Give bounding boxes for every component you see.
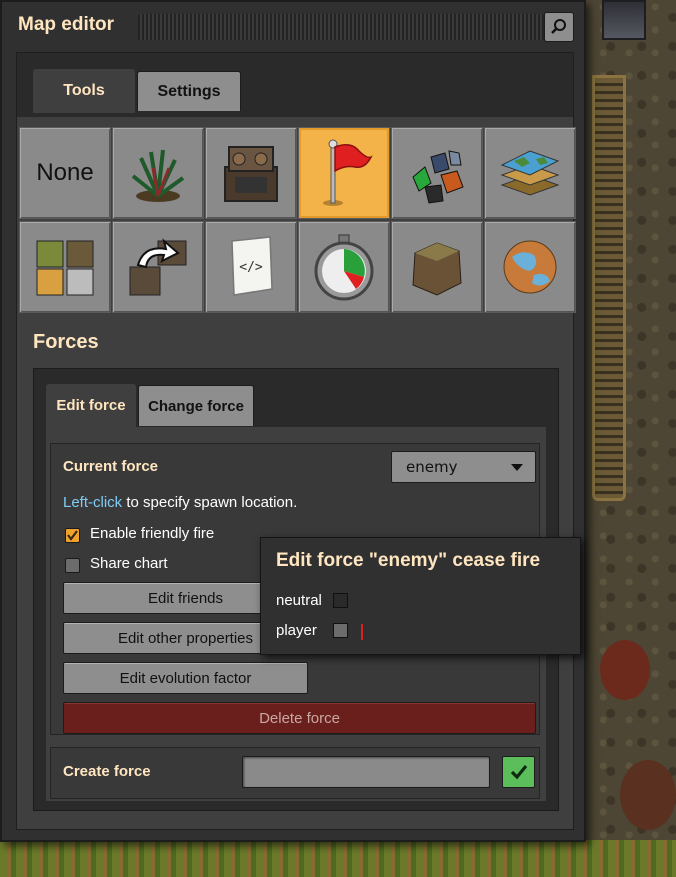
entity-machine-icon bbox=[224, 146, 278, 202]
cliff-rock-icon bbox=[412, 242, 462, 296]
spawn-hint: Left-click to specify spawn location. bbox=[63, 494, 297, 511]
delete-force-button[interactable]: Delete force bbox=[63, 702, 536, 734]
window-title: Map editor bbox=[18, 14, 115, 35]
surface-planet-icon bbox=[503, 240, 557, 294]
world-bush bbox=[600, 640, 650, 700]
share-chart-checkbox[interactable] bbox=[65, 558, 80, 573]
checkmark-icon bbox=[67, 530, 78, 541]
clone-entity-arrow-icon bbox=[129, 238, 187, 296]
time-stopwatch-icon bbox=[314, 234, 374, 301]
current-force-label: Current force bbox=[63, 458, 159, 475]
tool-tiles[interactable] bbox=[484, 127, 576, 219]
svg-text:</>: </> bbox=[239, 260, 263, 275]
edit-evolution-factor-button[interactable]: Edit evolution factor bbox=[63, 662, 308, 694]
tool-none[interactable]: None bbox=[19, 127, 111, 219]
tool-scripts[interactable]: </> bbox=[205, 221, 297, 313]
title-bar[interactable]: Map editor bbox=[16, 12, 574, 42]
chevron-down-icon bbox=[511, 464, 523, 471]
world-bush bbox=[620, 760, 676, 830]
friendly-fire-label: Enable friendly fire bbox=[90, 525, 215, 542]
tool-entities[interactable] bbox=[205, 127, 297, 219]
create-force-confirm-button[interactable] bbox=[502, 756, 535, 788]
terrain-tiles-icon bbox=[36, 240, 94, 296]
tool-grid: None </> bbox=[19, 127, 576, 315]
tool-time[interactable] bbox=[298, 221, 390, 313]
spawn-hint-link: Left-click bbox=[63, 494, 123, 511]
tool-decoratives[interactable] bbox=[112, 127, 204, 219]
current-force-dropdown[interactable]: enemy bbox=[391, 451, 536, 483]
spawn-hint-text: to specify spawn location. bbox=[122, 494, 298, 511]
search-button[interactable] bbox=[544, 12, 574, 42]
current-force-value: enemy bbox=[406, 458, 458, 476]
world-ground bbox=[0, 840, 676, 877]
tool-forces[interactable] bbox=[298, 127, 390, 219]
neutral-cease-fire-checkbox[interactable] bbox=[333, 593, 348, 608]
player-cease-fire-checkbox[interactable] bbox=[333, 623, 348, 638]
share-chart-label: Share chart bbox=[90, 555, 168, 572]
forces-flag-icon bbox=[323, 139, 373, 206]
create-force-label: Create force bbox=[63, 763, 151, 780]
world-machine bbox=[602, 0, 646, 40]
cease-fire-popup: Edit force "enemy" cease fire neutral pl… bbox=[260, 537, 581, 655]
popup-title: Edit force "enemy" cease fire bbox=[276, 550, 541, 571]
tool-cliffs[interactable] bbox=[391, 221, 483, 313]
tab-edit-force[interactable]: Edit force bbox=[46, 384, 136, 427]
script-scroll-icon: </> bbox=[231, 236, 273, 296]
tab-settings[interactable]: Settings bbox=[137, 71, 241, 111]
drag-handle[interactable] bbox=[138, 14, 544, 40]
transport-belt bbox=[592, 75, 626, 501]
create-force-input[interactable] bbox=[242, 756, 490, 788]
forces-section-title: Forces bbox=[33, 331, 99, 353]
tiles-layers-icon bbox=[500, 150, 560, 196]
friendly-fire-checkbox[interactable] bbox=[65, 528, 80, 543]
popup-row-neutral-label: neutral bbox=[276, 592, 322, 609]
resources-ore-icon bbox=[412, 150, 464, 204]
map-editor-window: Map editor Tools Settings None </> Force… bbox=[0, 0, 586, 842]
tab-change-force[interactable]: Change force bbox=[138, 385, 254, 426]
popup-row-player-label: player bbox=[276, 622, 317, 639]
tool-surfaces[interactable] bbox=[484, 221, 576, 313]
search-icon bbox=[551, 19, 566, 34]
decoratives-plant-icon bbox=[131, 149, 185, 202]
tool-resources[interactable] bbox=[391, 127, 483, 219]
create-force-row: Create force bbox=[50, 747, 540, 799]
tool-none-label: None bbox=[36, 159, 94, 186]
editor-content: Tools Settings None </> Forces Edit forc… bbox=[16, 52, 576, 830]
tab-tools[interactable]: Tools bbox=[33, 69, 135, 113]
checkmark-icon bbox=[510, 764, 527, 780]
tool-clone[interactable] bbox=[112, 221, 204, 313]
main-tabbar: Tools Settings bbox=[17, 53, 573, 117]
warning-marker-icon bbox=[361, 624, 363, 640]
tool-terrain[interactable] bbox=[19, 221, 111, 313]
